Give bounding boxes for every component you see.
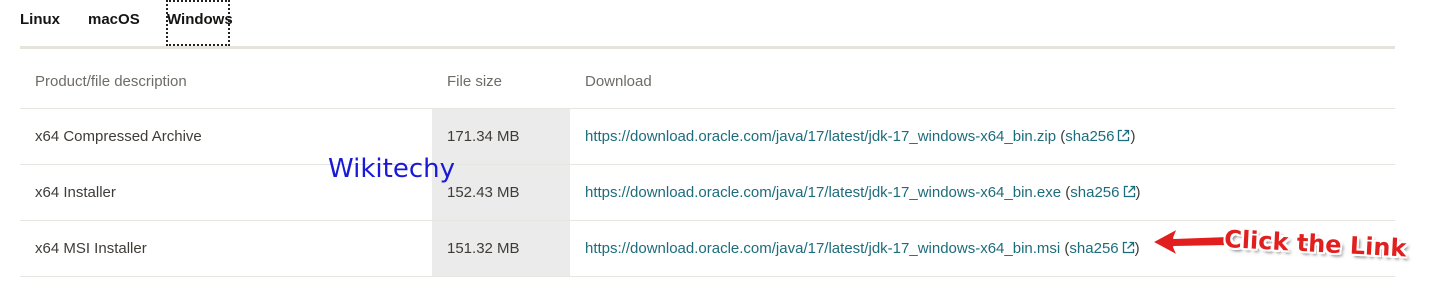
sha256-link[interactable]: sha256 (1065, 128, 1130, 145)
paren-close: ) (1135, 184, 1141, 201)
external-link-icon (1122, 241, 1134, 254)
table-row: x64 Compressed Archive 171.34 MB https:/… (20, 109, 1395, 165)
download-link-msi[interactable]: https://download.oracle.com/java/17/late… (585, 240, 1060, 257)
table-header-row: Product/file description File size Downl… (20, 54, 1395, 109)
tab-macos[interactable]: macOS (88, 10, 140, 30)
sha256-label: sha256 (1070, 184, 1120, 201)
paren-open: ( (1056, 128, 1066, 145)
download-link-zip[interactable]: https://download.oracle.com/java/17/late… (585, 128, 1056, 145)
external-link-icon (1118, 129, 1130, 142)
tab-windows[interactable]: Windows (166, 0, 233, 46)
annotation-arrow-icon (1151, 227, 1229, 257)
download-link-exe[interactable]: https://download.oracle.com/java/17/late… (585, 184, 1061, 201)
sha256-link[interactable]: sha256 (1069, 240, 1134, 257)
file-description: x64 MSI Installer (35, 240, 147, 257)
downloads-panel: Linux macOS Windows Product/file descrip… (0, 0, 1432, 288)
sha256-link[interactable]: sha256 (1070, 184, 1135, 201)
download-cell: https://download.oracle.com/java/17/late… (585, 109, 1385, 164)
table-row: x64 Installer 152.43 MB https://download… (20, 165, 1395, 221)
header-description: Product/file description (35, 72, 187, 90)
tab-linux[interactable]: Linux (20, 10, 60, 30)
watermark-text: Wikitechy (328, 154, 455, 184)
sha256-label: sha256 (1065, 128, 1115, 145)
os-tab-bar: Linux macOS Windows (20, 0, 1395, 49)
download-cell: https://download.oracle.com/java/17/late… (585, 165, 1385, 220)
paren-close: ) (1130, 128, 1136, 145)
header-download: Download (585, 72, 652, 90)
file-size: 151.32 MB (432, 221, 570, 276)
paren-open: ( (1060, 240, 1070, 257)
paren-open: ( (1061, 184, 1071, 201)
external-link-icon (1123, 185, 1135, 198)
sha256-label: sha256 (1069, 240, 1119, 257)
paren-close: ) (1134, 240, 1140, 257)
header-file-size: File size (447, 72, 503, 90)
